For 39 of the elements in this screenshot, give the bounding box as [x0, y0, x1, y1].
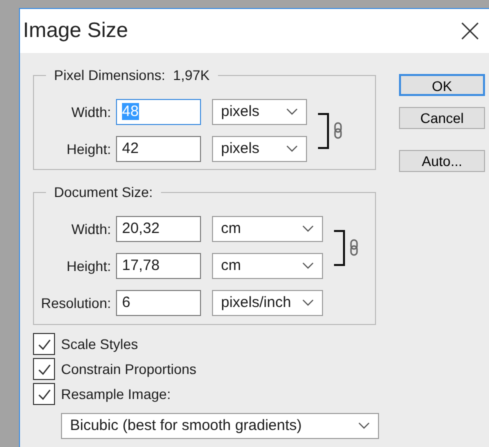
dialog-button[interactable]: OK [399, 74, 485, 96]
checkbox-label: Scale Styles [61, 334, 138, 354]
checkbox-label: Constrain Proportions [61, 360, 196, 379]
chevron-icon [358, 422, 370, 430]
unit-dropdown[interactable]: pixels [212, 99, 307, 125]
section-legend: Pixel Dimensions: 1,97K [46, 67, 218, 83]
checkbox[interactable] [33, 333, 55, 355]
check-icon [36, 362, 52, 376]
field-label: Height: [66, 140, 112, 159]
unit-dropdown[interactable]: cm [212, 216, 323, 242]
field-label: Resolution: [40, 294, 112, 312]
check-icon [36, 388, 52, 400]
chain-link-icon [334, 122, 342, 139]
chevron-icon [286, 145, 298, 153]
field-label: Width: [70, 102, 112, 122]
input-field[interactable]: 6 [116, 290, 201, 316]
input-field[interactable]: 42 [116, 136, 201, 162]
field-label: Width: [70, 220, 112, 238]
checkbox-label: Resample Image: [61, 384, 171, 404]
chevron-icon [302, 262, 314, 270]
unit-dropdown[interactable]: pixels/inch [212, 290, 323, 316]
check-icon [36, 338, 52, 350]
field-label: Height: [66, 256, 112, 276]
dialog-button[interactable]: Cancel [399, 107, 485, 129]
section-legend: Document Size: [46, 184, 161, 200]
input-field[interactable]: 17,78 [116, 253, 201, 279]
window-title: Image Size [23, 18, 128, 44]
chain-link-icon [350, 239, 358, 256]
checkbox[interactable] [33, 358, 55, 380]
dialog-button[interactable]: Auto... [399, 150, 485, 172]
chevron-icon [302, 225, 314, 233]
chevron-icon [302, 299, 314, 307]
resample-dropdown[interactable]: Bicubic (best for smooth gradients) [61, 413, 379, 439]
input-field[interactable]: 20,32 [116, 216, 201, 242]
unit-dropdown[interactable]: cm [212, 253, 323, 279]
checkbox[interactable] [33, 383, 55, 405]
unit-dropdown[interactable]: pixels [212, 136, 307, 162]
close-icon[interactable] [461, 22, 479, 40]
chevron-icon [286, 108, 298, 116]
